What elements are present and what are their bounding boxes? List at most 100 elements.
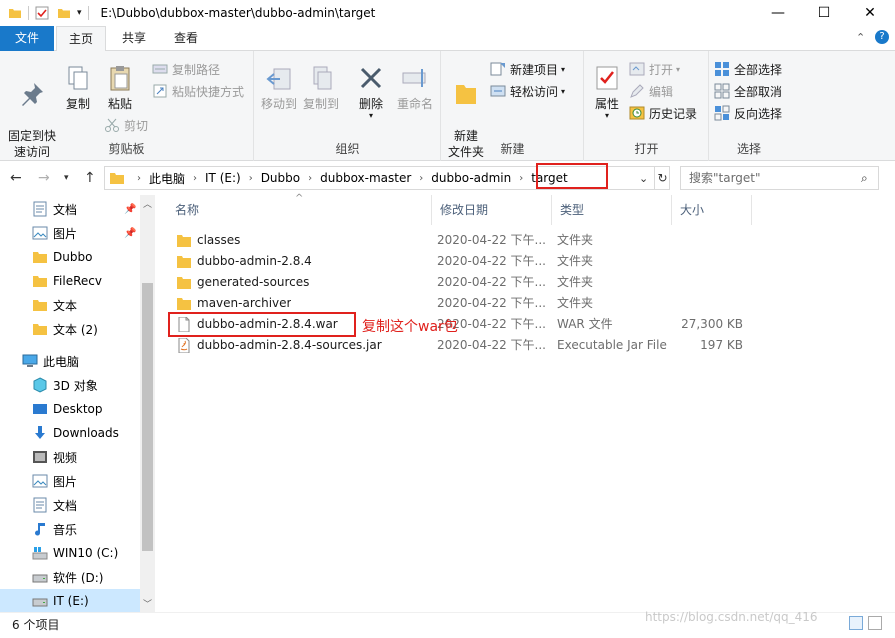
pin-icon[interactable]: 📌 xyxy=(124,228,136,239)
quick-access-dropdown-icon[interactable]: ▾ xyxy=(77,8,82,18)
delete-x-icon xyxy=(360,67,382,89)
column-date[interactable]: 修改日期 xyxy=(432,195,552,225)
search-icon[interactable]: ⌕ xyxy=(861,171,868,186)
nav-scrollbar-thumb[interactable] xyxy=(142,283,153,551)
properties-quick-icon[interactable] xyxy=(35,6,49,20)
maximize-button[interactable]: ☐ xyxy=(801,0,847,26)
nav-item-pictures-pc[interactable]: 图片 xyxy=(0,469,140,493)
nav-item-text[interactable]: 文本 xyxy=(0,293,140,317)
delete-button[interactable]: 删除 ▾ xyxy=(353,63,389,120)
nav-item-desktop[interactable]: Desktop xyxy=(0,397,140,421)
annotation-war-highlight xyxy=(168,312,356,337)
column-type[interactable]: 类型 xyxy=(552,195,672,225)
crumb-separator[interactable]: › xyxy=(187,173,203,184)
tab-share[interactable]: 共享 xyxy=(110,26,158,51)
crumb-separator[interactable]: › xyxy=(513,173,529,184)
back-arrow-icon[interactable]: ← xyxy=(10,170,22,186)
crumb-drive-e[interactable]: IT (E:) xyxy=(203,171,243,185)
details-view-icon[interactable] xyxy=(849,616,863,630)
help-icon[interactable]: ? xyxy=(875,30,889,44)
file-row[interactable]: dubbo-admin-2.8.4 2020-04-22 下午... 文件夹 xyxy=(167,251,747,272)
paste-shortcut-button[interactable]: 粘贴快捷方式 xyxy=(152,81,244,101)
nav-item-filerecv[interactable]: FileRecv xyxy=(0,269,140,293)
up-arrow-icon[interactable]: ↑ xyxy=(84,170,96,186)
open-icon xyxy=(629,62,645,76)
tab-file[interactable]: 文件 xyxy=(0,26,54,51)
copy-icon xyxy=(68,66,88,90)
nav-item-documents-pc[interactable]: 文档 xyxy=(0,493,140,517)
nav-item-drive-e[interactable]: IT (E:) xyxy=(0,589,140,612)
refresh-icon[interactable]: ↻ xyxy=(654,167,670,189)
crumb-dubbo-admin[interactable]: dubbo-admin xyxy=(429,171,513,185)
crumb-separator[interactable]: › xyxy=(131,173,147,184)
scroll-up-icon[interactable]: ︿ xyxy=(143,197,152,210)
collapse-ribbon-icon[interactable]: ⌃ xyxy=(856,31,865,44)
paste-button[interactable]: 粘贴 xyxy=(100,63,140,112)
java-jar-icon xyxy=(178,338,190,353)
folder-icon xyxy=(33,324,47,335)
nav-item-documents[interactable]: 文档 📌 xyxy=(0,197,140,221)
open-group-label: 打开 xyxy=(634,142,659,156)
copy-to-icon xyxy=(313,66,332,90)
rename-button[interactable]: 重命名 xyxy=(393,63,437,112)
file-row[interactable]: dubbo-admin-2.8.4-sources.jar 2020-04-22… xyxy=(167,335,747,356)
properties-button[interactable]: 属性 ▾ xyxy=(589,63,625,120)
file-row[interactable]: generated-sources 2020-04-22 下午... 文件夹 xyxy=(167,272,747,293)
window-title: E:\Dubbo\dubbox-master\dubbo-admin\targe… xyxy=(100,6,376,20)
column-name[interactable]: 名称 xyxy=(167,195,432,225)
tab-view[interactable]: 查看 xyxy=(162,26,210,51)
column-size[interactable]: 大小 xyxy=(672,195,752,225)
invert-selection-button[interactable]: 反向选择 xyxy=(714,103,782,123)
edit-button[interactable]: 编辑 xyxy=(629,81,673,101)
copy-button[interactable]: 复制 xyxy=(60,63,96,112)
search-input[interactable]: 搜索"target" xyxy=(680,166,879,190)
nav-item-downloads[interactable]: Downloads xyxy=(0,421,140,445)
scroll-down-icon[interactable]: ﹀ xyxy=(143,597,152,610)
invert-selection-icon xyxy=(714,105,730,121)
new-folder-quick-icon[interactable] xyxy=(57,6,71,20)
recent-locations-icon[interactable]: ▾ xyxy=(64,173,69,183)
easy-access-button[interactable]: 轻松访问 ▾ xyxy=(490,81,565,101)
address-folder-icon xyxy=(110,173,124,184)
crumb-separator[interactable]: › xyxy=(413,173,429,184)
new-item-button[interactable]: 新建项目 ▾ xyxy=(490,59,565,79)
large-icons-view-icon[interactable] xyxy=(868,616,882,630)
select-group-label: 选择 xyxy=(736,142,761,156)
paste-shortcut-icon xyxy=(153,84,167,98)
rename-icon xyxy=(402,69,426,87)
folder-icon xyxy=(177,277,191,289)
nav-item-this-pc[interactable]: 此电脑 xyxy=(0,349,140,373)
forward-arrow-icon[interactable]: → xyxy=(38,170,50,186)
nav-item-music[interactable]: 音乐 xyxy=(0,517,140,541)
close-button[interactable]: ✕ xyxy=(847,0,893,26)
copy-path-button[interactable]: 复制路径 xyxy=(152,59,220,79)
crumb-dubbox-master[interactable]: dubbox-master xyxy=(318,171,413,185)
pin-icon[interactable]: 📌 xyxy=(124,204,136,215)
nav-item-text-2[interactable]: 文本 (2) xyxy=(0,317,140,341)
file-row[interactable]: classes 2020-04-22 下午... 文件夹 xyxy=(167,230,747,251)
move-to-button[interactable]: 移动到 xyxy=(259,63,299,112)
select-all-icon xyxy=(715,62,729,76)
video-icon xyxy=(33,451,47,463)
minimize-button[interactable]: — xyxy=(755,0,801,26)
file-row[interactable]: maven-archiver 2020-04-22 下午... 文件夹 xyxy=(167,293,747,314)
nav-item-dubbo[interactable]: Dubbo xyxy=(0,245,140,269)
nav-item-drive-c[interactable]: WIN10 (C:) xyxy=(0,541,140,565)
crumb-dubbo[interactable]: Dubbo xyxy=(259,171,302,185)
history-button[interactable]: 历史记录 xyxy=(629,103,697,123)
open-button[interactable]: 打开 ▾ xyxy=(629,59,680,79)
select-none-button[interactable]: 全部取消 xyxy=(714,81,782,101)
address-dropdown-icon[interactable]: ⌄ xyxy=(639,172,648,185)
documents-icon xyxy=(33,201,47,217)
crumb-separator[interactable]: › xyxy=(302,173,318,184)
nav-item-3d-objects[interactable]: 3D 对象 xyxy=(0,373,140,397)
crumb-this-pc[interactable]: 此电脑 xyxy=(147,170,187,187)
cut-button[interactable]: 剪切 xyxy=(104,115,148,135)
copy-to-button[interactable]: 复制到 xyxy=(301,63,341,112)
crumb-separator[interactable]: › xyxy=(243,173,259,184)
select-all-button[interactable]: 全部选择 xyxy=(714,59,782,79)
nav-item-pictures[interactable]: 图片 📌 xyxy=(0,221,140,245)
nav-item-drive-d[interactable]: 软件 (D:) xyxy=(0,565,140,589)
tab-home[interactable]: 主页 xyxy=(56,26,106,52)
nav-item-videos[interactable]: 视频 xyxy=(0,445,140,469)
